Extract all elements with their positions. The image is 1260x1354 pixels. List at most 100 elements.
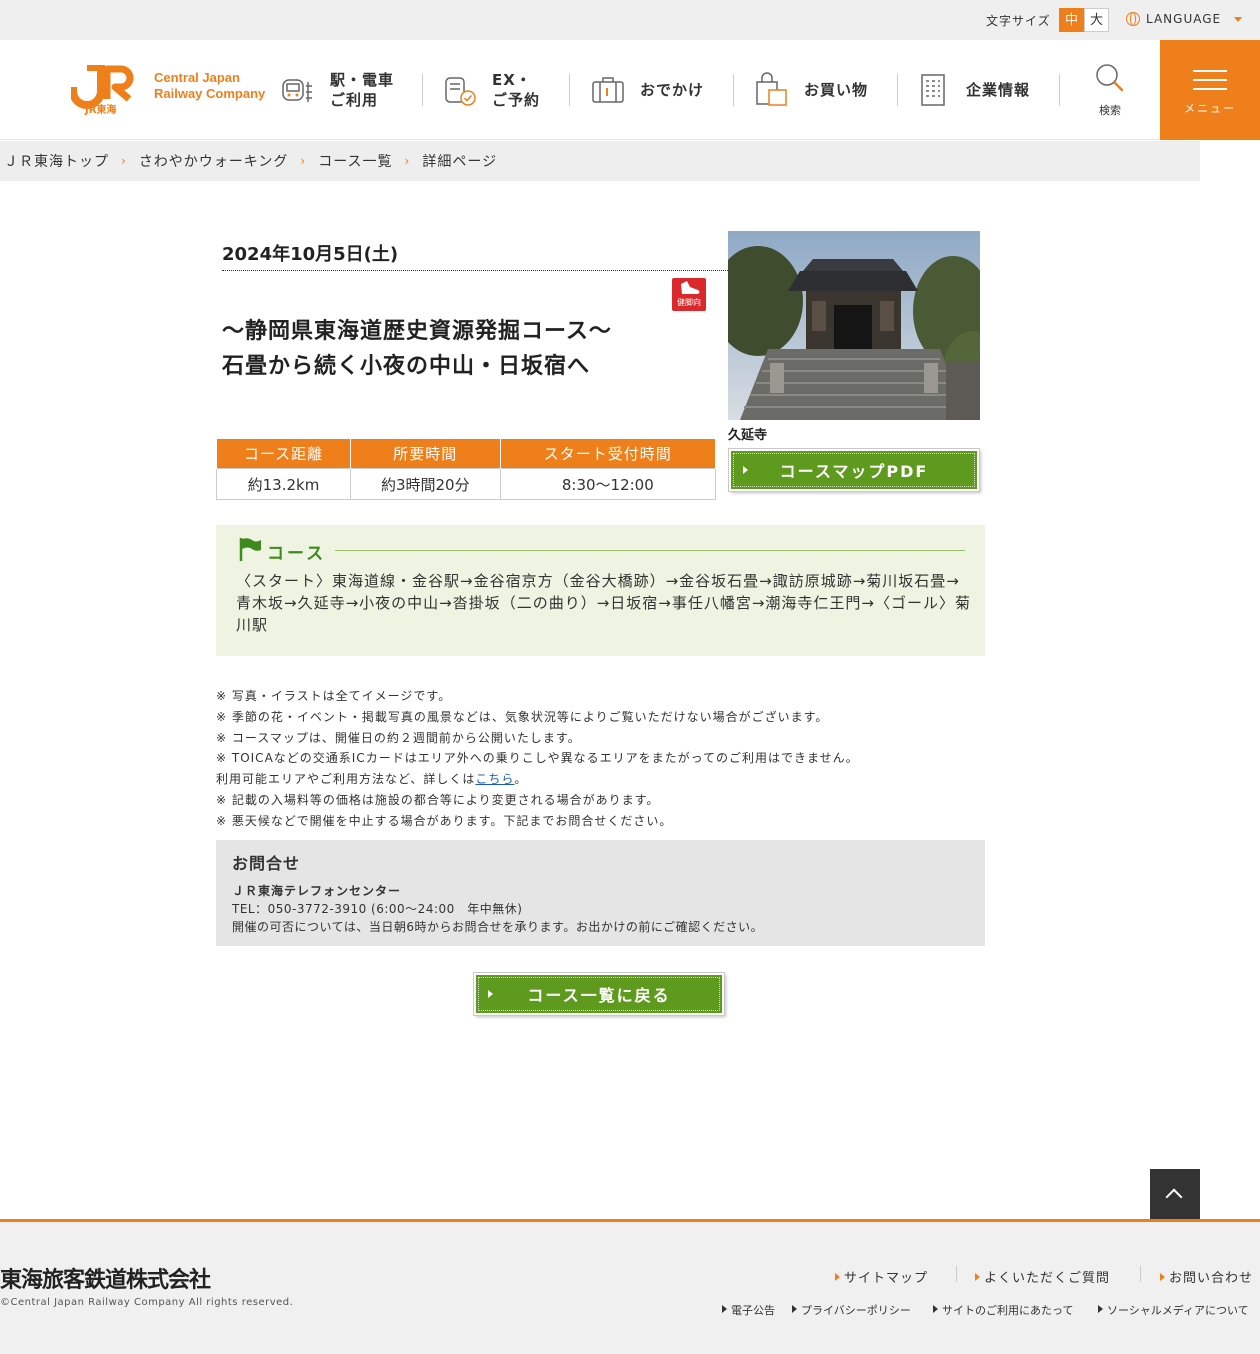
nav-label-line1: 駅・電車 bbox=[330, 71, 395, 89]
start-time-value: 8:30〜12:00 bbox=[499, 468, 717, 500]
nav-label-line1: おでかけ bbox=[640, 81, 705, 99]
note-sub-end: 。 bbox=[514, 772, 528, 787]
course-title-line2: 石畳から続く小夜の中山・日坂宿へ bbox=[222, 354, 591, 379]
nav-divider bbox=[422, 74, 423, 106]
back-to-top-button[interactable] bbox=[1150, 1169, 1200, 1219]
divider bbox=[335, 550, 965, 551]
footer-link-terms[interactable]: サイトのご利用にあたって bbox=[933, 1302, 1073, 1318]
breadcrumb-item-course-list[interactable]: コース一覧 bbox=[318, 151, 392, 171]
note-item: ※ 季節の花・イベント・掲載写真の風景などは、気象状況等によりご覧いただけない場… bbox=[216, 709, 829, 724]
globe-icon bbox=[1126, 12, 1140, 26]
chevron-right-icon: › bbox=[300, 154, 307, 168]
nav-label-line1: 企業情報 bbox=[966, 81, 1031, 99]
divider bbox=[222, 270, 728, 271]
footer-link-social-media[interactable]: ソーシャルメディアについて bbox=[1098, 1302, 1249, 1318]
language-selector[interactable]: LANGUAGE bbox=[1126, 12, 1221, 26]
note-sub-text: 利用可能エリアやご利用方法など、詳しくは bbox=[216, 772, 476, 787]
caret-right-icon bbox=[933, 1305, 938, 1313]
course-photo bbox=[728, 231, 980, 420]
nav-label-line2: ご利用 bbox=[330, 91, 379, 109]
footer-link-sitemap[interactable]: サイトマップ bbox=[835, 1267, 928, 1286]
nav-shopping[interactable]: お買い物 bbox=[754, 40, 868, 140]
logo-line1: Central Japan bbox=[154, 70, 240, 85]
difficulty-badge: 健脚向 bbox=[672, 278, 706, 311]
contact-center-name: ＪＲ東海テレフォンセンター bbox=[232, 884, 402, 898]
contact-title: お問合せ bbox=[232, 854, 301, 873]
contact-tel: TEL：050-3772-3910 (6:00〜24:00 年中無休) bbox=[232, 902, 523, 916]
site-footer: 東海旅客鉄道株式会社 ©Central Japan Railway Compan… bbox=[0, 1219, 1260, 1354]
caret-right-icon bbox=[1160, 1273, 1165, 1281]
course-map-pdf-button[interactable]: コースマップPDF bbox=[728, 448, 980, 492]
breadcrumb-item-top[interactable]: ＪＲ東海トップ bbox=[4, 151, 109, 171]
note-item: ※ 記載の入場料等の価格は施設の都合等により変更される場合があります。 bbox=[216, 792, 660, 807]
language-label: LANGUAGE bbox=[1146, 12, 1222, 26]
footer-divider bbox=[1140, 1266, 1141, 1282]
nav-corporate[interactable]: 企業情報 bbox=[916, 40, 1030, 140]
nav-outing[interactable]: おでかけ bbox=[590, 40, 704, 140]
caret-right-icon bbox=[722, 1305, 727, 1313]
distance-value: 約13.2km bbox=[216, 468, 351, 500]
course-title: 〜静岡県東海道歴史資源発掘コース〜 石畳から続く小夜の中山・日坂宿へ bbox=[222, 314, 672, 384]
font-size-medium-button[interactable]: 中 bbox=[1059, 8, 1084, 32]
nav-label-line2: ご予約 bbox=[492, 91, 541, 109]
footer-link-label: サイトマップ bbox=[844, 1271, 929, 1286]
train-icon bbox=[282, 79, 312, 102]
chevron-up-icon bbox=[1165, 1188, 1183, 1206]
nav-label-line1: お買い物 bbox=[804, 81, 869, 99]
footer-link-label: プライバシーポリシー bbox=[801, 1304, 911, 1317]
footer-link-label: サイトのご利用にあたって bbox=[942, 1304, 1074, 1317]
footer-link-privacy[interactable]: プライバシーポリシー bbox=[792, 1302, 911, 1318]
contact-note: 開催の可否については、当日朝6時からお問合せを承ります。お出かけの前にご確認くだ… bbox=[232, 920, 764, 934]
nav-label-line1: EX・ bbox=[492, 71, 532, 89]
breadcrumb-item-walking[interactable]: さわやかウォーキング bbox=[139, 151, 289, 171]
course-heading: コース bbox=[267, 544, 327, 564]
hamburger-icon bbox=[1193, 70, 1227, 72]
footer-link-contact[interactable]: お問い合わせ bbox=[1160, 1267, 1253, 1286]
font-size-label: 文字サイズ bbox=[986, 14, 1051, 28]
footer-company-name: 東海旅客鉄道株式会社 bbox=[0, 1267, 211, 1293]
caret-right-icon bbox=[975, 1273, 980, 1281]
chevron-right-icon: › bbox=[121, 154, 127, 168]
nav-station-train[interactable]: 駅・電車 ご利用 bbox=[280, 40, 394, 140]
back-to-course-list-button[interactable]: コース一覧に戻る bbox=[473, 972, 725, 1016]
logo-mark-text: JR東海 bbox=[84, 103, 116, 115]
suitcase-icon bbox=[592, 77, 624, 103]
button-border bbox=[478, 977, 720, 1011]
footer-link-label: 電子公告 bbox=[731, 1304, 775, 1317]
search-button[interactable]: 検索 bbox=[1090, 62, 1130, 118]
reservation-icon bbox=[445, 77, 476, 106]
chevron-right-icon: › bbox=[404, 154, 411, 168]
breadcrumb: ＪＲ東海トップ › さわやかウォーキング › コース一覧 › 詳細ページ bbox=[0, 141, 1200, 181]
table-header-distance: コース距離 bbox=[216, 438, 351, 469]
nav-ex-reservation[interactable]: EX・ご予約 bbox=[442, 40, 540, 140]
event-date: 2024年10月5日(土) bbox=[222, 244, 399, 265]
contact-box: お問合せ ＪＲ東海テレフォンセンター TEL：050-3772-3910 (6:… bbox=[216, 840, 985, 946]
menu-button[interactable]: メニュー bbox=[1160, 40, 1260, 140]
copyright: ©Central Japan Railway Company All right… bbox=[0, 1297, 294, 1308]
course-info-table: コース距離 所要時間 スタート受付時間 約13.2km 約3時間20分 8:30… bbox=[216, 438, 717, 500]
table-header-duration: 所要時間 bbox=[349, 438, 501, 469]
photo-caption: 久延寺 bbox=[728, 428, 768, 443]
hamburger-icon-line bbox=[1193, 79, 1227, 81]
site-header: JR東海 Central Japan Railway Company 駅・電車ご… bbox=[0, 40, 1260, 140]
duration-value: 約3時間20分 bbox=[349, 468, 501, 500]
flag-icon bbox=[239, 538, 261, 561]
nav-divider bbox=[733, 74, 734, 106]
logo-line2: Railway Company bbox=[154, 86, 266, 101]
hamburger-icon-line bbox=[1193, 88, 1227, 90]
ic-card-info-link[interactable]: こちら bbox=[475, 772, 514, 786]
jr-logo[interactable]: JR東海 bbox=[68, 63, 143, 119]
footer-link-faq[interactable]: よくいただくご質問 bbox=[975, 1267, 1110, 1286]
footer-link-label: よくいただくご質問 bbox=[984, 1271, 1111, 1286]
table-header-start-time: スタート受付時間 bbox=[499, 438, 717, 469]
font-size-large-button[interactable]: 大 bbox=[1084, 8, 1109, 32]
chevron-down-icon bbox=[1234, 17, 1242, 22]
search-icon bbox=[1096, 64, 1124, 92]
search-label: 検索 bbox=[1099, 104, 1121, 117]
footer-link-public-notice[interactable]: 電子公告 bbox=[722, 1302, 775, 1318]
nav-divider bbox=[897, 74, 898, 106]
course-route-box: コース 〈スタート〉東海道線・金谷駅→金谷宿京方（金谷大橋跡）→金谷坂石畳→諏訪… bbox=[216, 525, 985, 656]
footer-divider bbox=[956, 1266, 957, 1282]
course-route-text: 〈スタート〉東海道線・金谷駅→金谷宿京方（金谷大橋跡）→金谷坂石畳→諏訪原城跡→… bbox=[236, 572, 971, 634]
building-icon bbox=[921, 74, 945, 106]
